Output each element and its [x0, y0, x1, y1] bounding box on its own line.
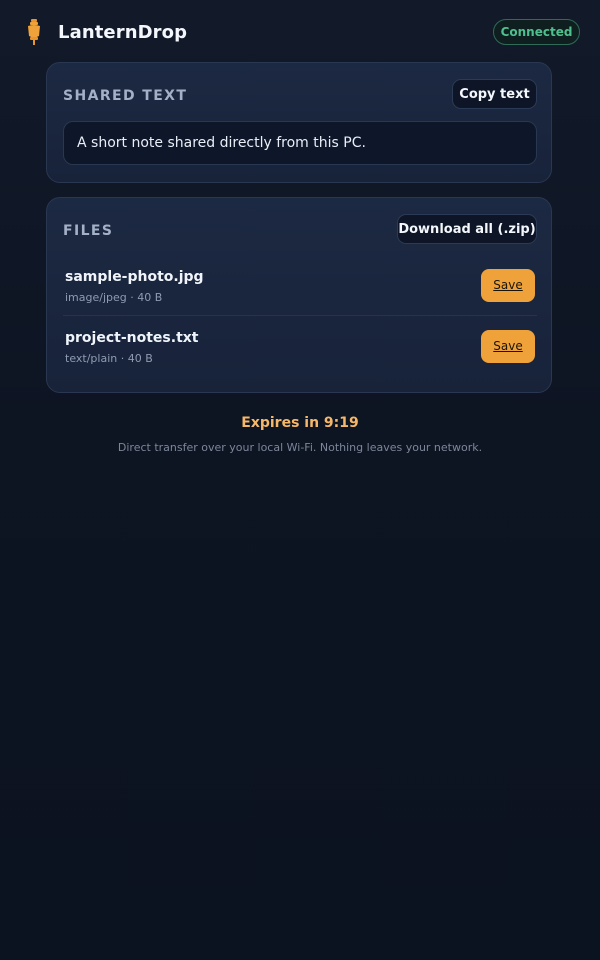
status-badge: Connected	[493, 19, 580, 45]
row-divider	[63, 315, 537, 316]
app-title: LanternDrop	[58, 22, 188, 43]
file-name: project-notes.txt	[65, 330, 199, 346]
file-row: project-notes.txt text/plain · 40 B Save	[47, 319, 553, 379]
lantern-icon	[28, 19, 40, 45]
app-header: LanternDrop Connected	[0, 0, 600, 66]
file-meta: text/plain · 40 B	[65, 352, 153, 365]
files-card: FILES Download all (.zip) sample-photo.j…	[46, 197, 552, 393]
copy-text-button[interactable]: Copy text	[452, 79, 537, 109]
footer-note: Direct transfer over your local Wi-Fi. N…	[117, 441, 483, 454]
download-all-button[interactable]: Download all (.zip)	[397, 214, 537, 244]
shared-text-card: SHARED TEXT Copy text A short note share…	[46, 62, 552, 183]
save-button[interactable]: Save	[481, 269, 535, 302]
save-button[interactable]: Save	[481, 330, 535, 363]
file-name: sample-photo.jpg	[65, 269, 204, 285]
file-row: sample-photo.jpg image/jpeg · 40 B Save	[47, 258, 553, 318]
file-meta: image/jpeg · 40 B	[65, 291, 163, 304]
shared-text-heading: SHARED TEXT	[63, 88, 188, 104]
shared-text-content[interactable]: A short note shared directly from this P…	[63, 121, 537, 165]
expiry-timer: Expires in 9:19	[241, 415, 359, 431]
files-heading: FILES	[63, 223, 114, 239]
